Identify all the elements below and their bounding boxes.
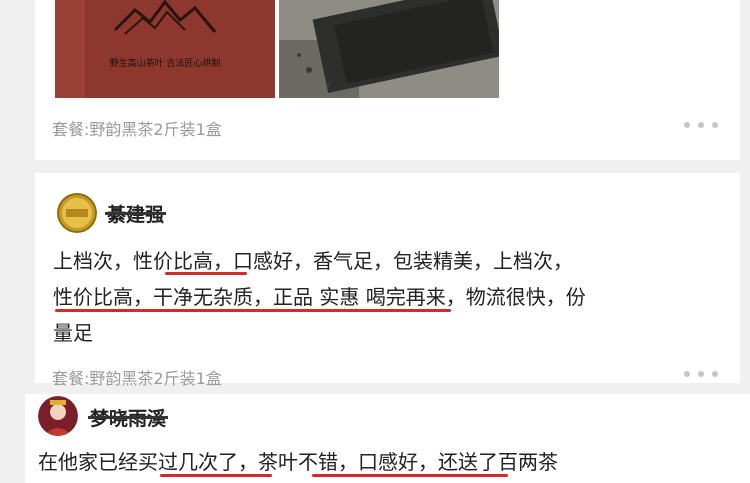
package-label: 套餐:野韵黑茶2斤装1盒	[52, 120, 222, 139]
username-mask	[105, 212, 167, 215]
avatar-image	[57, 193, 97, 233]
review-card: 綦建强 上档次，性价比高，口感好，香气足，包装精美，上档次， 性价比高，干净无杂…	[35, 173, 740, 388]
highlight-underline	[55, 309, 451, 312]
username[interactable]: 梦晓雨溪	[88, 404, 169, 431]
highlight-underline	[160, 474, 272, 477]
tea-box-illustration: 野生高山茶叶 古法匠心烘制	[55, 0, 275, 98]
review-photo-tea-brick[interactable]	[279, 0, 499, 98]
review-card: 野生高山茶叶 古法匠心烘制 套餐:野韵黑茶2斤装1盒	[35, 0, 740, 160]
review-card: 梦晓雨溪 在他家已经买过几次了，茶叶不错，口感好，还送了百两茶	[25, 394, 750, 483]
avatar[interactable]	[38, 396, 78, 436]
avatar[interactable]	[57, 193, 97, 233]
tea-brick-illustration	[279, 0, 499, 98]
review-text-line: 上档次，性价比高，口感好，香气足，包装精美，上档次，	[53, 249, 573, 273]
more-icon[interactable]	[684, 122, 718, 130]
more-icon[interactable]	[684, 371, 718, 379]
avatar-image	[38, 396, 78, 436]
highlight-underline	[312, 474, 508, 477]
review-text-line: 量足	[53, 321, 93, 345]
username-mask	[88, 416, 169, 419]
username[interactable]: 綦建强	[105, 200, 167, 227]
username-text: 綦建强	[107, 204, 165, 226]
package-label: 套餐:野韵黑茶2斤装1盒	[52, 369, 222, 388]
username-text: 梦晓雨溪	[90, 408, 167, 430]
highlight-underline	[165, 272, 247, 275]
review-photo-tea-box[interactable]: 野生高山茶叶 古法匠心烘制	[55, 0, 275, 98]
photo-caption: 野生高山茶叶 古法匠心烘制	[110, 57, 221, 69]
